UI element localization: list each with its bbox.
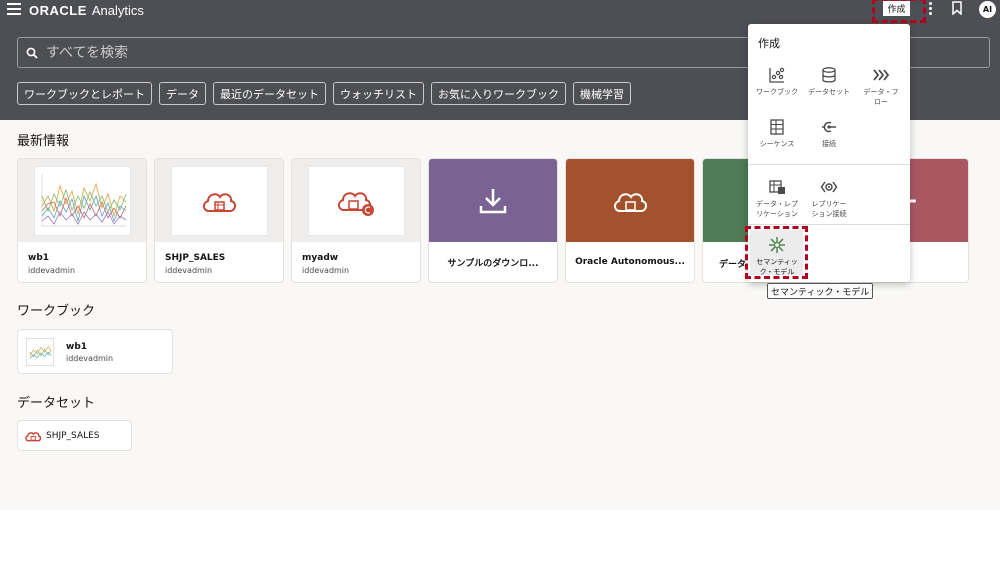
cloud-connection-icon (338, 191, 374, 216)
card-owner: iddevadmin (302, 266, 350, 275)
card-title: Oracle Autonomous... (575, 257, 685, 267)
filter-chip-favorite-workbooks[interactable]: お気に入りワークブック (431, 82, 566, 105)
create-workbook-item[interactable]: ワークブック (750, 66, 804, 97)
semantic-model-tooltip: セマンティック・モデル (767, 283, 874, 299)
dataset-thumbnail-frame (170, 165, 268, 236)
hamburger-menu-icon[interactable] (7, 3, 21, 15)
recent-card-myadw[interactable]: myadw iddevadmin (291, 158, 421, 283)
dataset-name: SHJP_SALES (46, 430, 100, 441)
recent-card-shjp-sales[interactable]: SHJP_SALES iddevadmin (154, 158, 284, 283)
filter-chip-watchlist[interactable]: ウォッチリスト (333, 82, 424, 105)
create-sequence-item[interactable]: シーケンス (750, 118, 804, 149)
semantic-model-highlight (745, 226, 808, 279)
brand-logo[interactable]: ORACLE Analytics (29, 2, 144, 18)
workbook-thumbnail-icon (26, 338, 54, 366)
create-connection-label: 接続 (822, 140, 836, 148)
connection-icon (822, 121, 836, 133)
card-title: サンプルのダウンロ... (447, 258, 539, 269)
create-data-replication-item[interactable]: データ・レプ リケーション (750, 178, 804, 219)
card-name: wb1 (28, 253, 50, 263)
create-dataset-item[interactable]: データセット (802, 66, 856, 97)
workbook-name: wb1 (66, 342, 88, 352)
create-dataflow-item[interactable]: データ・フ ロー (854, 66, 908, 107)
dataflow-icon (873, 69, 890, 81)
create-data-replication-label: データ・レプ リケーション (756, 200, 798, 218)
autonomous-swatch (566, 159, 694, 242)
datasets-section-title: データセット (17, 396, 96, 411)
brand-app-name: Analytics (91, 2, 144, 18)
recent-section-title: 最新情報 (17, 134, 70, 149)
cloud-database-icon (614, 192, 647, 212)
filter-chip-recent-datasets[interactable]: 最近のデータセット (213, 82, 326, 105)
workbook-owner: iddevadmin (66, 354, 114, 363)
recent-card-wb1[interactable]: wb1 iddevadmin (17, 158, 147, 283)
card-name: SHJP_SALES (165, 253, 226, 263)
workbooks-section-title: ワークブック (17, 304, 96, 319)
create-dataset-label: データセット (808, 88, 850, 96)
workbook-thumbnail (18, 159, 146, 242)
data-replication-icon (769, 180, 785, 194)
create-replication-connection-item[interactable]: レプリケー ション接続 (802, 178, 856, 219)
cloud-database-icon (203, 192, 236, 212)
user-avatar[interactable]: AI (979, 1, 996, 18)
create-connection-item[interactable]: 接続 (802, 118, 856, 149)
filter-chip-workbooks-reports[interactable]: ワークブックとレポート (17, 82, 152, 105)
connection-thumbnail-frame (307, 165, 405, 236)
search-icon (26, 47, 38, 59)
filter-chip-machine-learning[interactable]: 機械学習 (573, 82, 631, 105)
create-replication-connection-label: レプリケー ション接続 (811, 200, 847, 218)
app-root: ORACLE Analytics 作成 AI ワークブックとレポート データ 最… (0, 0, 1000, 584)
workbook-preview-image (33, 165, 131, 236)
dataset-icon (822, 67, 836, 83)
more-options-icon[interactable] (925, 2, 935, 16)
sequence-icon (770, 119, 784, 135)
create-dataflow-label: データ・フ ロー (863, 88, 899, 106)
replication-connection-icon (820, 181, 838, 193)
filter-chip-data[interactable]: データ (159, 82, 206, 105)
cloud-database-icon (25, 431, 42, 441)
create-menu-divider (748, 164, 910, 165)
recent-card-sample-download[interactable]: サンプルのダウンロ... (428, 158, 558, 283)
dataset-thumbnail (155, 159, 283, 242)
download-icon (479, 188, 507, 213)
create-sequence-label: シーケンス (759, 140, 795, 148)
connection-thumbnail (292, 159, 420, 242)
bookmark-icon[interactable] (951, 1, 963, 15)
brand-oracle-text: ORACLE (29, 2, 87, 18)
sample-swatch (429, 159, 557, 242)
create-menu-divider (748, 224, 910, 225)
card-owner: iddevadmin (28, 266, 76, 275)
create-workbook-label: ワークブック (756, 88, 798, 96)
dataset-item-shjp-sales[interactable]: SHJP_SALES (17, 420, 132, 451)
filter-chips: ワークブックとレポート データ 最近のデータセット ウォッチリスト お気に入りワ… (17, 82, 638, 105)
card-owner: iddevadmin (165, 266, 213, 275)
create-button-highlight (872, 0, 926, 23)
card-title: データ (719, 260, 747, 270)
card-name: myadw (302, 253, 339, 263)
recent-card-oracle-autonomous[interactable]: Oracle Autonomous... (565, 158, 695, 283)
workbook-item-wb1[interactable]: wb1 iddevadmin (17, 329, 173, 374)
workbook-icon (769, 67, 785, 83)
create-menu-title: 作成 (758, 37, 780, 50)
